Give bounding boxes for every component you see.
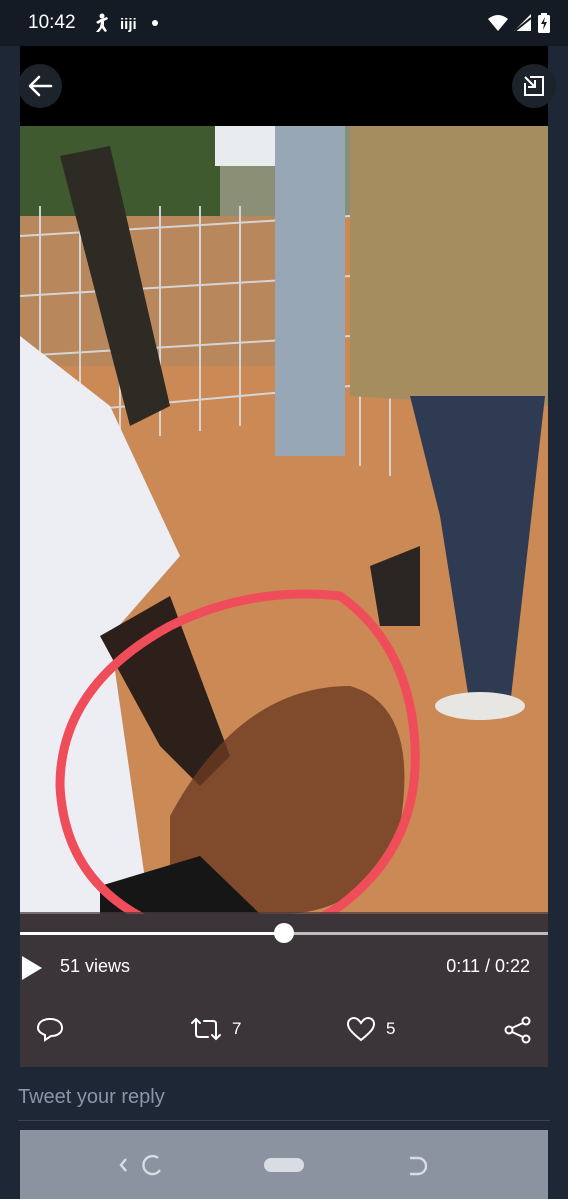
comment-icon [36,1017,64,1042]
nav-recent-icon[interactable] [404,1154,432,1178]
status-time: 10:42 [28,12,76,33]
heart-icon [346,1016,376,1042]
play-icon[interactable] [20,955,44,981]
video-top-bar [20,46,548,128]
notification-icons: iiji [92,13,160,33]
battery-charging-icon [538,13,550,33]
svg-text:iiji: iiji [120,16,137,32]
share-button[interactable] [504,1016,532,1044]
like-button[interactable]: 5 [346,1016,395,1042]
dot-icon [152,20,158,26]
share-icon [504,1016,531,1044]
status-bar: 10:42 iiji [0,0,568,46]
system-status [488,13,550,33]
retweet-icon [191,1017,221,1041]
video-time: 0:11 / 0:22 [446,956,530,976]
minimize-video-button[interactable] [512,64,556,108]
signal-icon [514,14,532,32]
nav-home-button[interactable] [264,1158,304,1172]
jiji-app-icon: iiji [120,16,137,32]
video-frame-image [20,126,548,914]
wifi-icon [488,15,508,31]
scrubber-handle[interactable] [274,923,294,943]
reply-button[interactable] [36,1016,64,1042]
reply-placeholder: Tweet your reply [18,1086,165,1108]
nav-back-icon[interactable] [118,1150,166,1180]
arrow-left-icon [28,75,53,97]
back-button[interactable] [18,64,62,108]
retweet-count: 7 [232,1019,242,1038]
like-count: 5 [386,1019,396,1038]
view-count: 51 views [60,956,131,976]
reply-input[interactable]: Tweet your reply [18,1080,550,1121]
video-player[interactable] [20,126,548,914]
video-progress [20,932,284,935]
picture-in-picture-icon [524,76,544,96]
retweet-button[interactable]: 7 [190,1016,241,1042]
fighter-app-icon [96,13,108,32]
